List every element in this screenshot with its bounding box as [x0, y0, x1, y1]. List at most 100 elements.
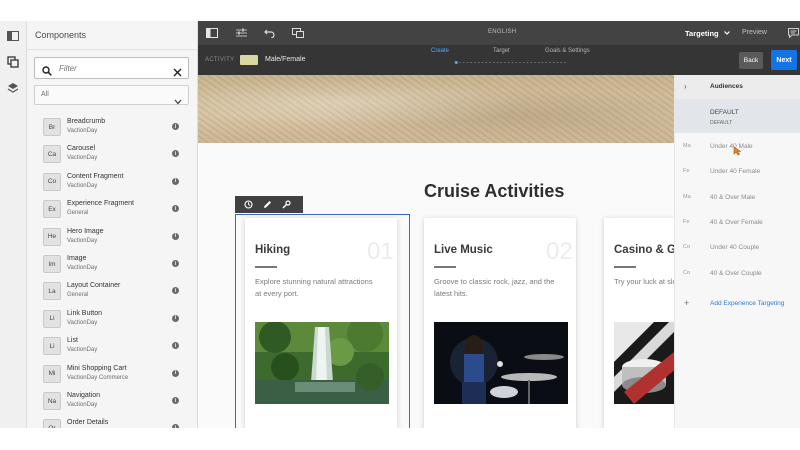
audiences-header: › Audiences [675, 75, 800, 99]
audience-item[interactable]: Ma 40 & Over Male [675, 186, 800, 210]
plus-icon: + [684, 298, 690, 308]
undo-icon[interactable] [262, 26, 276, 40]
component-item[interactable]: He Hero Image VactionDay i [27, 225, 197, 251]
component-badge: Ex [43, 200, 61, 219]
clear-icon[interactable] [173, 64, 182, 82]
step-create[interactable]: Create [431, 48, 449, 54]
audiences-panel: › Audiences DEFAULT DEFAULT Ma Under 40 M… [674, 75, 800, 428]
component-item[interactable]: Im Image VactionDay i [27, 252, 197, 278]
properties-icon[interactable] [234, 26, 248, 40]
component-item[interactable]: Li List VactionDay i [27, 334, 197, 360]
audience-item[interactable]: Fe 40 & Over Female [675, 211, 800, 235]
audience-label: Under 40 Male [710, 143, 753, 150]
component-name: Experience Fragment [67, 200, 134, 208]
component-item[interactable]: Mi Mini Shopping Cart VactionDay Commerce i [27, 362, 197, 388]
mouse-cursor-icon [733, 143, 743, 161]
audience-label: 40 & Over Couple [710, 269, 762, 277]
info-icon[interactable]: i [172, 150, 179, 158]
step-goals-settings[interactable]: Goals & Settings [545, 48, 590, 54]
component-group: VactionDay [67, 319, 98, 326]
info-icon[interactable]: i [172, 314, 179, 322]
audience-prefix: Fe [683, 168, 690, 175]
card-divider [614, 266, 636, 268]
bottom-margin [0, 428, 800, 450]
info-icon[interactable]: i [172, 342, 179, 350]
component-badge: La [43, 282, 61, 301]
language-label: ENGLISH [488, 29, 517, 35]
audience-prefix: Co [683, 269, 691, 276]
mode-selector[interactable]: Targeting [685, 28, 730, 38]
toggle-side-panel-icon[interactable] [205, 26, 219, 40]
component-toolbar [235, 196, 303, 213]
drummer-image [434, 322, 568, 404]
info-icon[interactable]: i [172, 232, 179, 240]
info-icon[interactable]: i [172, 177, 179, 185]
activity-name: Male/Female [265, 56, 306, 63]
component-item[interactable]: Ex Experience Fragment General i [27, 197, 197, 223]
targeting-icon[interactable] [243, 199, 254, 210]
next-button[interactable]: Next [771, 50, 797, 70]
section-title: Cruise Activities [424, 181, 565, 201]
component-item[interactable]: Br Breadcrumb VactionDay i [27, 115, 197, 141]
preview-button[interactable]: Preview [742, 29, 767, 36]
panel-title: Components [35, 30, 87, 40]
emulator-icon[interactable] [291, 26, 305, 40]
card-divider [434, 266, 456, 268]
hero-sand-image [198, 75, 674, 143]
divider [27, 49, 197, 50]
audience-item[interactable]: Co Under 40 Couple [675, 236, 800, 260]
component-group: VactionDay [67, 402, 98, 408]
configure-wrench-icon[interactable] [281, 199, 292, 210]
info-icon[interactable]: i [172, 369, 179, 377]
components-panel: Components All BrBreadcrumbVactionDayiCa… [27, 21, 198, 428]
audience-prefix: Co [683, 244, 691, 251]
component-item[interactable]: Li Link Button VactionDay i [27, 307, 197, 333]
info-icon[interactable]: i [172, 123, 179, 130]
component-badge: Mi [43, 364, 61, 383]
info-icon[interactable]: i [172, 205, 179, 213]
edit-pencil-icon[interactable] [262, 199, 273, 210]
group-filter-value: All [41, 91, 49, 98]
component-group: VactionDay [67, 237, 98, 244]
component-badge: Br [43, 118, 61, 136]
audience-label: 40 & Over Female [710, 218, 763, 226]
step-target[interactable]: Target [493, 48, 510, 54]
component-item[interactable]: Na Navigation VactionDay i [27, 389, 197, 415]
audience-default[interactable]: DEFAULT DEFAULT [675, 99, 800, 133]
component-name: Navigation [67, 392, 101, 399]
component-item[interactable]: La Layout Container General i [27, 279, 197, 305]
card-title: Casino & Ga [614, 244, 683, 256]
component-group: VactionDay [67, 182, 98, 189]
collapse-chevron-icon[interactable]: › [684, 82, 687, 91]
search-input[interactable] [59, 61, 169, 75]
add-experience-targeting[interactable]: + Add Experience Targeting [675, 294, 800, 314]
activity-label: ACTIVITY [205, 57, 235, 63]
chevron-down-icon [723, 28, 730, 37]
step-progress [454, 61, 568, 64]
layers-icon[interactable] [4, 79, 22, 97]
component-item[interactable]: OrOrder DetailsVactionDayi [27, 416, 197, 428]
chevron-down-icon [174, 92, 182, 110]
component-badge: Co [43, 172, 61, 191]
component-name: Layout Container [67, 282, 121, 290]
activity-color-swatch [240, 55, 258, 65]
component-item[interactable]: Co Content Fragment VactionDay i [27, 170, 197, 196]
back-button[interactable]: Back [739, 52, 763, 69]
audience-item[interactable]: Co 40 & Over Couple [675, 262, 800, 286]
side-panel-toggle-icon[interactable] [4, 27, 22, 45]
components-icon[interactable] [4, 53, 22, 71]
group-filter-select[interactable]: All [34, 85, 189, 105]
component-badge: Ca [43, 145, 61, 164]
activity-card[interactable]: Live Music 02 Groove to classic rock, ja… [424, 218, 576, 428]
component-name: Mini Shopping Cart [67, 364, 127, 372]
audience-prefix: Fe [683, 218, 690, 225]
info-icon[interactable]: i [172, 397, 179, 404]
annotations-icon[interactable] [786, 26, 800, 40]
component-badge: He [43, 227, 61, 246]
component-item[interactable]: Ca Carousel VactionDay i [27, 142, 197, 168]
info-icon[interactable]: i [172, 287, 179, 295]
info-icon[interactable]: i [172, 260, 179, 267]
mode-label: Targeting [685, 29, 719, 38]
audience-item[interactable]: Fe Under 40 Female [675, 160, 800, 184]
component-name: Content Fragment [67, 172, 124, 180]
